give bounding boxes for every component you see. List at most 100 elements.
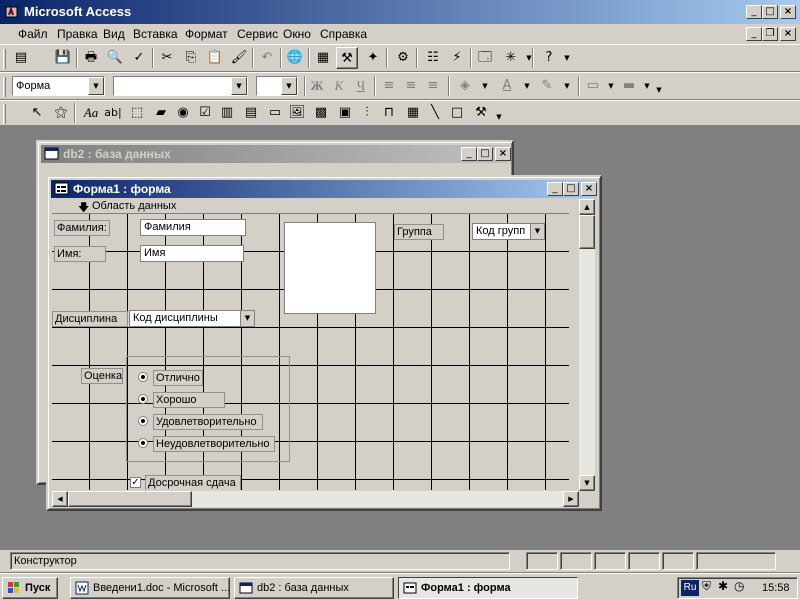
align-left-icon[interactable]: ≡ (378, 75, 400, 97)
toolbar-grip[interactable] (3, 104, 6, 124)
font-name-combo[interactable]: ▼ (113, 76, 248, 96)
menu-help[interactable]: Справка (320, 27, 367, 41)
imya-textbox[interactable]: Имя (140, 245, 244, 262)
database-window-titlebar[interactable]: db2 : база данных _ □ × (41, 145, 511, 163)
option-button[interactable] (138, 438, 148, 448)
disciplina-combo[interactable]: Код дисциплины ▼ (129, 310, 255, 327)
horizontal-scroll-thumb[interactable] (68, 491, 192, 507)
ocenka-label[interactable]: Оценка (81, 368, 123, 384)
menu-tools[interactable]: Сервис (237, 27, 278, 41)
toggle-button-tool-icon[interactable]: ▰ (150, 102, 172, 124)
toolbar-options-icon[interactable]: ▼ (556, 47, 578, 69)
gruppa-combo[interactable]: Код групп ▼ (472, 223, 545, 240)
close-icon[interactable]: × (581, 182, 597, 196)
toolbar-options-icon[interactable]: ▼ (488, 106, 510, 128)
option-button[interactable] (138, 416, 148, 426)
clock[interactable]: 15:58 (762, 582, 790, 594)
form-window-titlebar[interactable]: Форма1 : форма _ □ × (51, 180, 597, 198)
option-button[interactable] (138, 394, 148, 404)
textbox-tool-icon[interactable]: ab| (102, 102, 124, 124)
dropdown-arrow-icon[interactable]: ▼ (240, 311, 254, 326)
maximize-icon[interactable]: □ (563, 182, 579, 196)
menu-insert[interactable]: Вставка (133, 27, 178, 41)
image-frame[interactable] (284, 222, 376, 314)
database-window-icon[interactable]: 🗔 (474, 47, 496, 69)
close-app-button[interactable]: × (780, 5, 796, 19)
object-combo[interactable]: Форма ▼ (12, 76, 105, 96)
list-box-tool-icon[interactable]: ▤ (240, 102, 262, 124)
tray-bug-icon[interactable]: ✱ (718, 579, 728, 593)
fill-color-dropdown-icon[interactable]: ▼ (474, 75, 496, 97)
align-right-icon[interactable]: ≡ (422, 75, 444, 97)
option-button-tool-icon[interactable]: ◉ (172, 102, 194, 124)
align-center-icon[interactable]: ≡ (400, 75, 422, 97)
new-object-dropdown-icon[interactable]: ▼ (518, 47, 540, 69)
copy-icon[interactable]: ⎘ (180, 47, 202, 69)
line-color-dropdown-icon[interactable]: ▼ (556, 75, 578, 97)
format-painter-icon[interactable]: 🖌 (228, 47, 250, 69)
menu-view[interactable]: Вид (103, 27, 125, 41)
close-doc-button[interactable]: × (780, 27, 796, 41)
gruppa-label[interactable]: Группа (394, 224, 444, 240)
early-pass-checkbox[interactable]: ✓ (130, 477, 141, 488)
minimize-icon[interactable]: _ (547, 182, 563, 196)
fill-color-icon[interactable]: ◈ (454, 75, 476, 97)
toolbar-grip[interactable] (3, 49, 6, 69)
hyperlink-icon[interactable]: 🌐 (284, 47, 306, 69)
minimize-doc-button[interactable]: _ (746, 27, 762, 41)
rectangle-tool-icon[interactable]: □ (446, 102, 468, 124)
task-form[interactable]: Форма1 : форма (398, 577, 578, 599)
dropdown-arrow-icon[interactable]: ▼ (281, 77, 297, 95)
option-label-excellent[interactable]: Отлично (153, 370, 203, 386)
line-color-icon[interactable]: ✎ (536, 75, 558, 97)
task-word-document[interactable]: Введени1.doc - Microsoft ... (70, 577, 230, 599)
menu-edit[interactable]: Правка (57, 27, 98, 41)
save-icon[interactable]: 💾 (52, 47, 74, 69)
scroll-left-icon[interactable]: ◀ (52, 491, 68, 507)
page-break-tool-icon[interactable]: ⫶ (356, 102, 378, 124)
early-pass-label[interactable]: Досрочная сдача (145, 475, 241, 490)
dropdown-arrow-icon[interactable]: ▼ (530, 224, 544, 239)
detail-section-header[interactable]: 🡇 Область данных (52, 199, 569, 214)
undo-icon[interactable]: ↶ (256, 47, 278, 69)
toolbox-icon[interactable]: ⚒ (336, 47, 358, 69)
menu-file[interactable]: Файл (18, 27, 48, 41)
label-tool-icon[interactable]: Aa (80, 102, 102, 124)
option-label-good[interactable]: Хорошо (153, 392, 225, 408)
vertical-scroll-thumb[interactable] (579, 215, 595, 249)
horizontal-scrollbar[interactable]: ◀ ▶ (52, 491, 579, 507)
disciplina-label[interactable]: Дисциплина (52, 311, 128, 327)
toolbar-grip[interactable] (3, 77, 6, 97)
tray-app-icon[interactable]: ⛨ (702, 579, 711, 594)
dropdown-arrow-icon[interactable]: ▼ (88, 77, 104, 95)
familia-textbox[interactable]: Фамилия (140, 219, 246, 236)
build-icon[interactable]: ⚡ (446, 47, 468, 69)
scroll-up-icon[interactable]: ▲ (579, 199, 595, 215)
scroll-down-icon[interactable]: ▼ (579, 475, 595, 491)
command-button-tool-icon[interactable]: ▭ (264, 102, 286, 124)
restore-doc-button[interactable]: ❐ (762, 27, 778, 41)
select-objects-icon[interactable]: ↖ (26, 102, 48, 124)
minimize-app-button[interactable]: _ (746, 5, 762, 19)
familia-label[interactable]: Фамилия: (54, 220, 110, 236)
maximize-app-button[interactable]: □ (762, 5, 778, 19)
close-icon[interactable]: × (495, 147, 511, 161)
unbound-frame-tool-icon[interactable]: ▩ (310, 102, 332, 124)
font-size-combo[interactable]: ▼ (256, 76, 298, 96)
minimize-icon[interactable]: _ (461, 147, 477, 161)
form-design-grid[interactable]: Фамилия: Фамилия Имя: Имя Группа Код гру… (52, 214, 569, 490)
print-preview-icon[interactable]: 🔍 (104, 47, 126, 69)
spelling-icon[interactable]: ✓ (128, 47, 150, 69)
font-color-dropdown-icon[interactable]: ▼ (516, 75, 538, 97)
menu-window[interactable]: Окно (283, 27, 311, 41)
bound-frame-tool-icon[interactable]: ▣ (334, 102, 356, 124)
italic-icon[interactable]: К (328, 75, 350, 97)
code-icon[interactable]: ⚙ (392, 47, 414, 69)
option-label-unsatisfactory[interactable]: Неудовлетворительно (153, 436, 275, 452)
menu-format[interactable]: Формат (185, 27, 228, 41)
maximize-icon[interactable]: □ (477, 147, 493, 161)
start-button[interactable]: Пуск (2, 577, 58, 599)
toolbar-options-icon[interactable]: ▼ (648, 79, 670, 101)
language-indicator[interactable]: Ru (681, 580, 699, 596)
tab-control-tool-icon[interactable]: ⊓ (378, 102, 400, 124)
